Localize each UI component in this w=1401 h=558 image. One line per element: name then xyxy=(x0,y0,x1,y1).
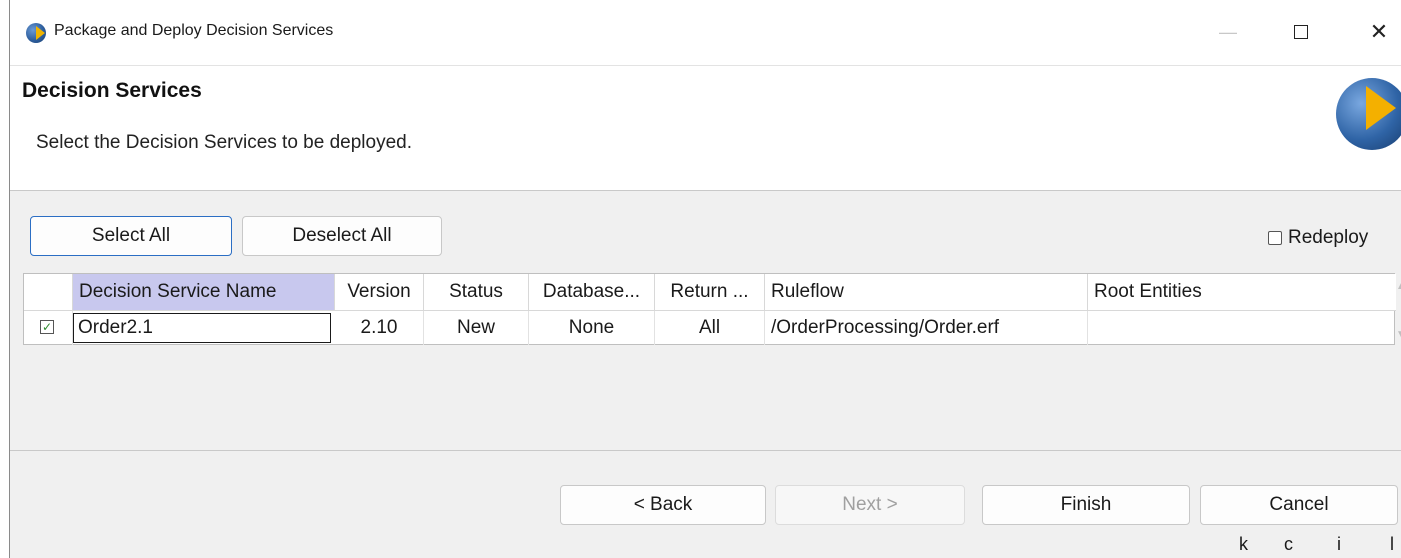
page-description: Select the Decision Services to be deplo… xyxy=(36,132,412,153)
back-button[interactable]: < Back xyxy=(560,485,766,525)
finish-button[interactable]: Finish xyxy=(982,485,1190,525)
shortcut-hint: l xyxy=(1390,534,1394,554)
scroll-down-arrow-icon[interactable]: ▼ xyxy=(1395,328,1401,340)
column-header-version[interactable]: Version xyxy=(335,274,424,310)
window-title: Package and Deploy Decision Services xyxy=(54,22,334,39)
column-header-root-entities[interactable]: Root Entities xyxy=(1088,274,1394,310)
redeploy-checkbox[interactable] xyxy=(1268,231,1282,245)
close-button[interactable]: ✕ xyxy=(1356,12,1401,52)
maximize-button[interactable] xyxy=(1278,12,1324,52)
column-header-select[interactable] xyxy=(24,274,73,310)
row-select-cell[interactable]: ✓ xyxy=(24,311,73,345)
ruleflow-cell: /OrderProcessing/Order.erf xyxy=(765,311,1088,345)
version-cell: 2.10 xyxy=(335,311,424,345)
select-all-button[interactable]: Select All xyxy=(30,216,232,256)
next-button[interactable]: Next > xyxy=(775,485,965,525)
shortcut-hint: i xyxy=(1337,534,1341,554)
minimize-icon: — xyxy=(1219,21,1237,42)
minimize-button[interactable]: — xyxy=(1205,12,1251,52)
column-header-status[interactable]: Status xyxy=(424,274,529,310)
title-bar: Package and Deploy Decision Services — ✕ xyxy=(10,0,1401,66)
maximize-icon xyxy=(1294,25,1308,39)
page-title: Decision Services xyxy=(22,79,202,102)
status-cell: New xyxy=(424,311,529,345)
root-entities-cell xyxy=(1088,311,1394,345)
table-header: Decision Service Name Version Status Dat… xyxy=(24,274,1396,311)
column-header-name[interactable]: Decision Service Name xyxy=(73,274,335,310)
deselect-all-button[interactable]: Deselect All xyxy=(242,216,442,256)
redeploy-option[interactable]: Redeploy xyxy=(1268,227,1368,249)
service-name-editor[interactable]: Order2.1 xyxy=(73,313,331,343)
shortcut-hint: c xyxy=(1284,534,1293,554)
footer-divider xyxy=(10,450,1401,451)
deploy-dialog: Package and Deploy Decision Services — ✕… xyxy=(9,0,1401,558)
wizard-header: Decision Services Select the Decision Se… xyxy=(10,66,1401,191)
row-checkbox-checked-icon[interactable]: ✓ xyxy=(40,320,54,334)
app-logo-icon xyxy=(26,23,46,43)
table-row[interactable]: ✓ Order2.1 2.10 New None All /OrderProce… xyxy=(24,311,1396,345)
scroll-up-arrow-icon[interactable]: ▲ xyxy=(1395,280,1401,292)
cancel-button[interactable]: Cancel xyxy=(1200,485,1398,525)
close-icon: ✕ xyxy=(1369,19,1389,44)
column-header-database[interactable]: Database... xyxy=(529,274,655,310)
shortcut-hint: k xyxy=(1239,534,1248,554)
column-header-ruleflow[interactable]: Ruleflow xyxy=(765,274,1088,310)
redeploy-label: Redeploy xyxy=(1288,227,1369,248)
decision-services-table: Decision Service Name Version Status Dat… xyxy=(23,273,1396,345)
wizard-banner-logo-icon xyxy=(1336,78,1401,150)
database-cell[interactable]: None xyxy=(529,311,655,345)
column-header-return[interactable]: Return ... xyxy=(655,274,765,310)
return-cell[interactable]: All xyxy=(655,311,765,345)
